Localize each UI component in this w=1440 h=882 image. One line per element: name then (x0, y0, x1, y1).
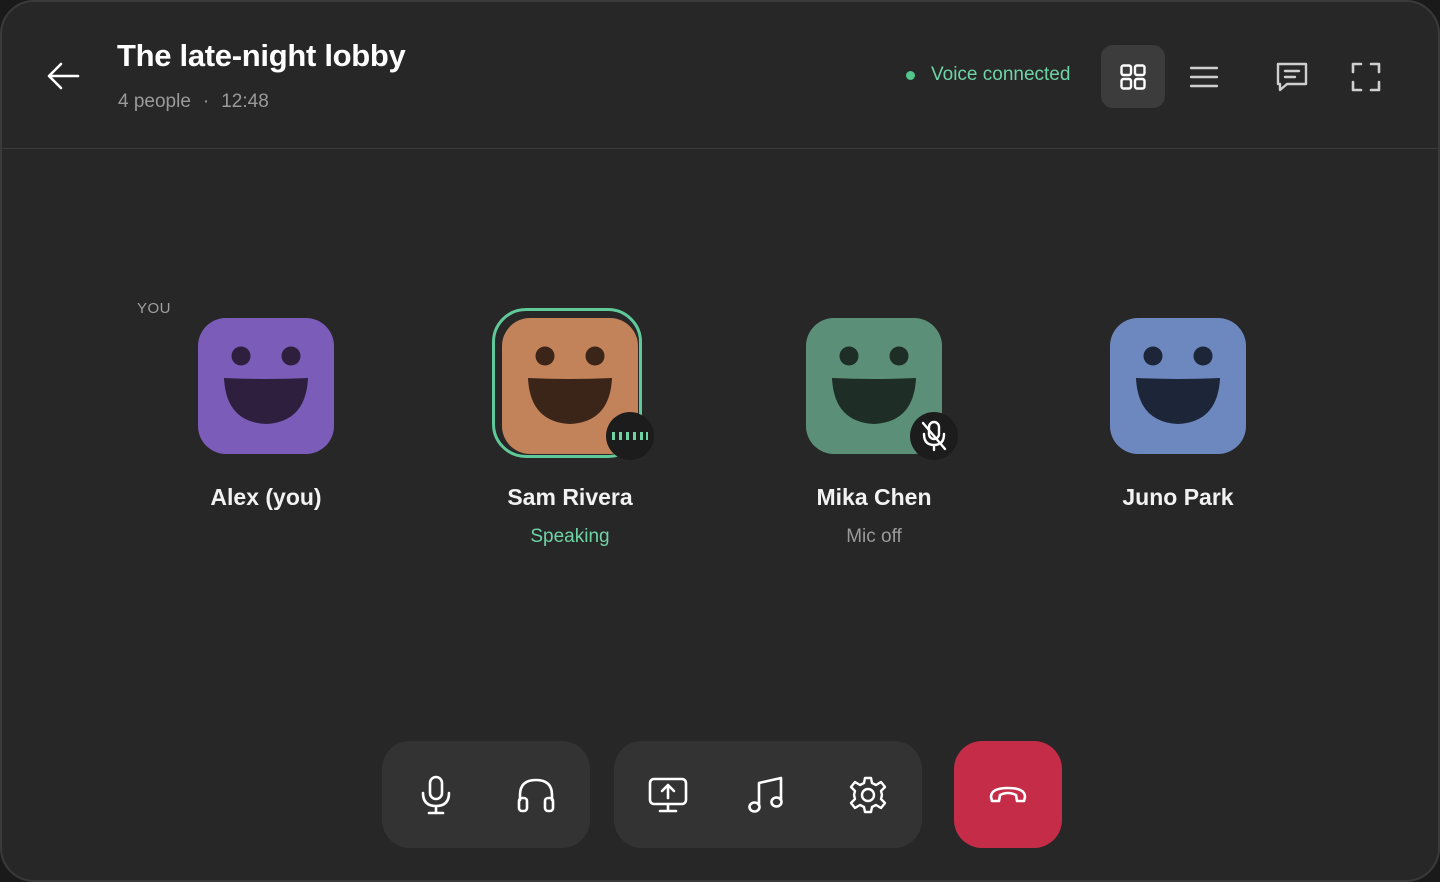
participant-tile[interactable]: Alex (you) (134, 308, 394, 568)
leave-call-button[interactable] (954, 741, 1062, 848)
deafen-button[interactable] (504, 763, 568, 827)
audio-controls (382, 741, 590, 848)
participant-status: Mic off (846, 526, 902, 547)
participant-tile[interactable]: Juno Park (1046, 308, 1306, 568)
participant-name: Mika Chen (816, 484, 932, 510)
status-dot-icon (906, 70, 915, 80)
participant-status: Speaking (530, 526, 610, 547)
avatar (1110, 318, 1246, 454)
voice-room-window: The late-night lobby 4 people · 12:48 Vo… (0, 0, 1440, 882)
chat-button[interactable] (1260, 45, 1324, 108)
smiley-face-icon (1136, 346, 1220, 424)
meta-separator: · (202, 91, 210, 112)
arrow-left-icon (47, 62, 80, 90)
fullscreen-button[interactable] (1334, 45, 1398, 108)
gear-icon (849, 776, 887, 814)
participant-name: Juno Park (1122, 484, 1234, 510)
list-view-icon (1190, 66, 1218, 87)
room-title: The late-night lobby (117, 38, 406, 73)
elapsed-time: 12:48 (221, 91, 269, 112)
participant-tile[interactable]: Sam Rivera Speaking (438, 308, 698, 568)
fullscreen-icon (1351, 62, 1381, 91)
microphone-icon (421, 775, 451, 815)
music-button[interactable] (734, 763, 798, 827)
participant-name: Alex (you) (210, 484, 322, 510)
grid-view-button[interactable] (1101, 45, 1165, 108)
speaking-badge (606, 412, 654, 460)
chat-icon (1276, 62, 1308, 91)
activity-controls (614, 741, 922, 848)
participant-name: Sam Rivera (507, 484, 633, 510)
audio-wave-icon (612, 432, 648, 440)
smiley-face-icon (224, 346, 308, 424)
muted-badge (910, 412, 958, 460)
settings-button[interactable] (836, 763, 900, 827)
share-screen-icon (648, 777, 688, 813)
room-header: The late-night lobby 4 people · 12:48 Vo… (2, 2, 1438, 149)
people-count: 4 people (118, 91, 191, 112)
avatar (198, 318, 334, 454)
back-button[interactable] (38, 54, 88, 98)
headphones-icon (517, 778, 555, 813)
mute-button[interactable] (404, 763, 468, 827)
list-view-button[interactable] (1172, 45, 1236, 108)
hang-up-icon (989, 786, 1027, 802)
room-meta: 4 people · 12:48 (118, 91, 269, 113)
voice-status-label: Voice connected (931, 64, 1071, 85)
participant-tile[interactable]: Mika Chen Mic off (742, 308, 1002, 568)
voice-status: Voice connected (906, 64, 1070, 86)
music-note-icon (748, 776, 783, 813)
grid-view-icon (1120, 63, 1146, 90)
microphone-off-icon (921, 420, 947, 452)
share-screen-button[interactable] (636, 763, 700, 827)
